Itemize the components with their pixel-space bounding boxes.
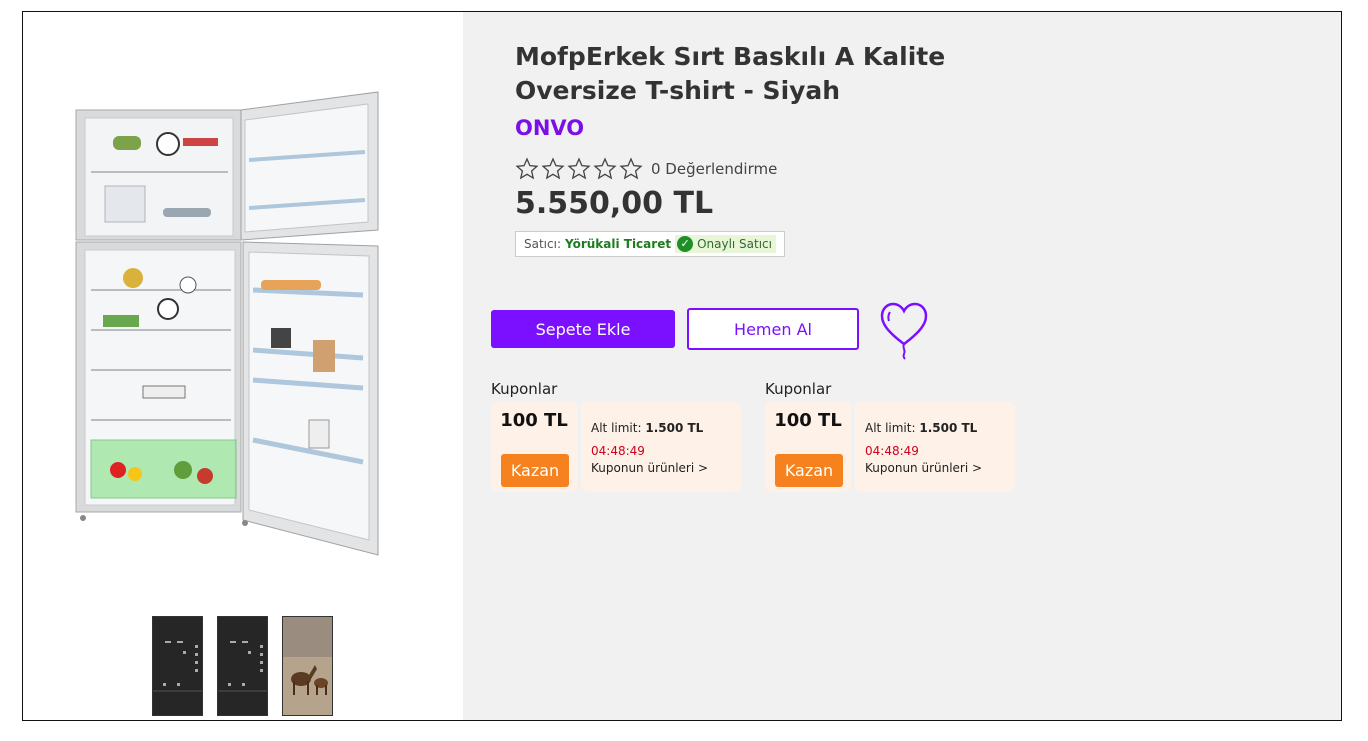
star-empty-icon: [567, 157, 591, 180]
coupon-section-1: Kuponlar 100 TL Kazan Alt limit: 1.500 T…: [491, 380, 741, 492]
seller-label: Satıcı:: [524, 237, 561, 251]
coupon-amount-panel: 100 TL Kazan: [765, 402, 851, 492]
coupon-section-2: Kuponlar 100 TL Kazan Alt limit: 1.500 T…: [765, 380, 1015, 492]
thumbnail-strip: [152, 616, 333, 716]
rating-stars[interactable]: [515, 157, 643, 181]
coupon-limit-value: 1.500 TL: [645, 421, 704, 435]
coupons-heading: Kuponlar: [765, 380, 832, 398]
coupon-card: 100 TL Kazan Alt limit: 1.500 TL 04:48:4…: [491, 402, 741, 492]
coupon-amount: 100 TL: [500, 410, 568, 431]
claim-coupon-button[interactable]: Kazan: [775, 454, 843, 487]
product-info-panel: MofpErkek Sırt Baskılı A Kalite Oversize…: [463, 12, 1341, 720]
heart-balloon-icon[interactable]: [878, 300, 930, 360]
product-gallery: [23, 12, 463, 720]
thumbnail-2[interactable]: [217, 616, 268, 716]
coupons-heading: Kuponlar: [491, 380, 558, 398]
thumbnail-3[interactable]: [282, 616, 333, 716]
brand-link[interactable]: ONVO: [515, 116, 584, 140]
verified-label: Onaylı Satıcı: [697, 237, 772, 251]
coupon-card: 100 TL Kazan Alt limit: 1.500 TL 04:48:4…: [765, 402, 1015, 492]
coupon-details: Alt limit: 1.500 TL 04:48:49 Kuponun ürü…: [855, 402, 1015, 492]
coupon-amount-panel: 100 TL Kazan: [491, 402, 577, 492]
product-price: 5.550,00 TL: [515, 186, 714, 221]
rating-count[interactable]: 0 Değerlendirme: [651, 160, 777, 178]
rating-row: 0 Değerlendirme: [515, 157, 777, 181]
star-empty-icon: [541, 157, 565, 180]
product-title: MofpErkek Sırt Baskılı A Kalite Oversize…: [515, 42, 946, 105]
coupon-products-link[interactable]: Kuponun ürünleri >: [865, 461, 982, 475]
coupon-limit: Alt limit: 1.500 TL: [865, 421, 977, 435]
coupon-limit: Alt limit: 1.500 TL: [591, 421, 703, 435]
product-main-image[interactable]: [73, 90, 383, 560]
claim-coupon-button[interactable]: Kazan: [501, 454, 569, 487]
coupon-products-link[interactable]: Kuponun ürünleri >: [591, 461, 708, 475]
coupon-timer: 04:48:49: [865, 444, 919, 458]
coupon-timer: 04:48:49: [591, 444, 645, 458]
coupon-limit-value: 1.500 TL: [919, 421, 978, 435]
star-empty-icon: [619, 157, 643, 180]
star-empty-icon: [515, 157, 539, 180]
thumbnail-1[interactable]: [152, 616, 203, 716]
coupon-limit-label: Alt limit:: [591, 421, 642, 435]
verified-seller-badge: ✓ Onaylı Satıcı: [675, 235, 776, 253]
star-empty-icon: [593, 157, 617, 180]
seller-name[interactable]: Yörükali Ticaret: [565, 237, 671, 251]
coupon-amount: 100 TL: [774, 410, 842, 431]
coupon-limit-label: Alt limit:: [865, 421, 916, 435]
buy-now-button[interactable]: Hemen Al: [687, 308, 859, 350]
seller-box: Satıcı: Yörükali Ticaret ✓ Onaylı Satıcı: [515, 231, 785, 257]
check-circle-icon: ✓: [677, 236, 694, 252]
add-to-cart-button[interactable]: Sepete Ekle: [491, 310, 675, 348]
product-detail-frame: MofpErkek Sırt Baskılı A Kalite Oversize…: [22, 11, 1342, 721]
coupon-details: Alt limit: 1.500 TL 04:48:49 Kuponun ürü…: [581, 402, 741, 492]
